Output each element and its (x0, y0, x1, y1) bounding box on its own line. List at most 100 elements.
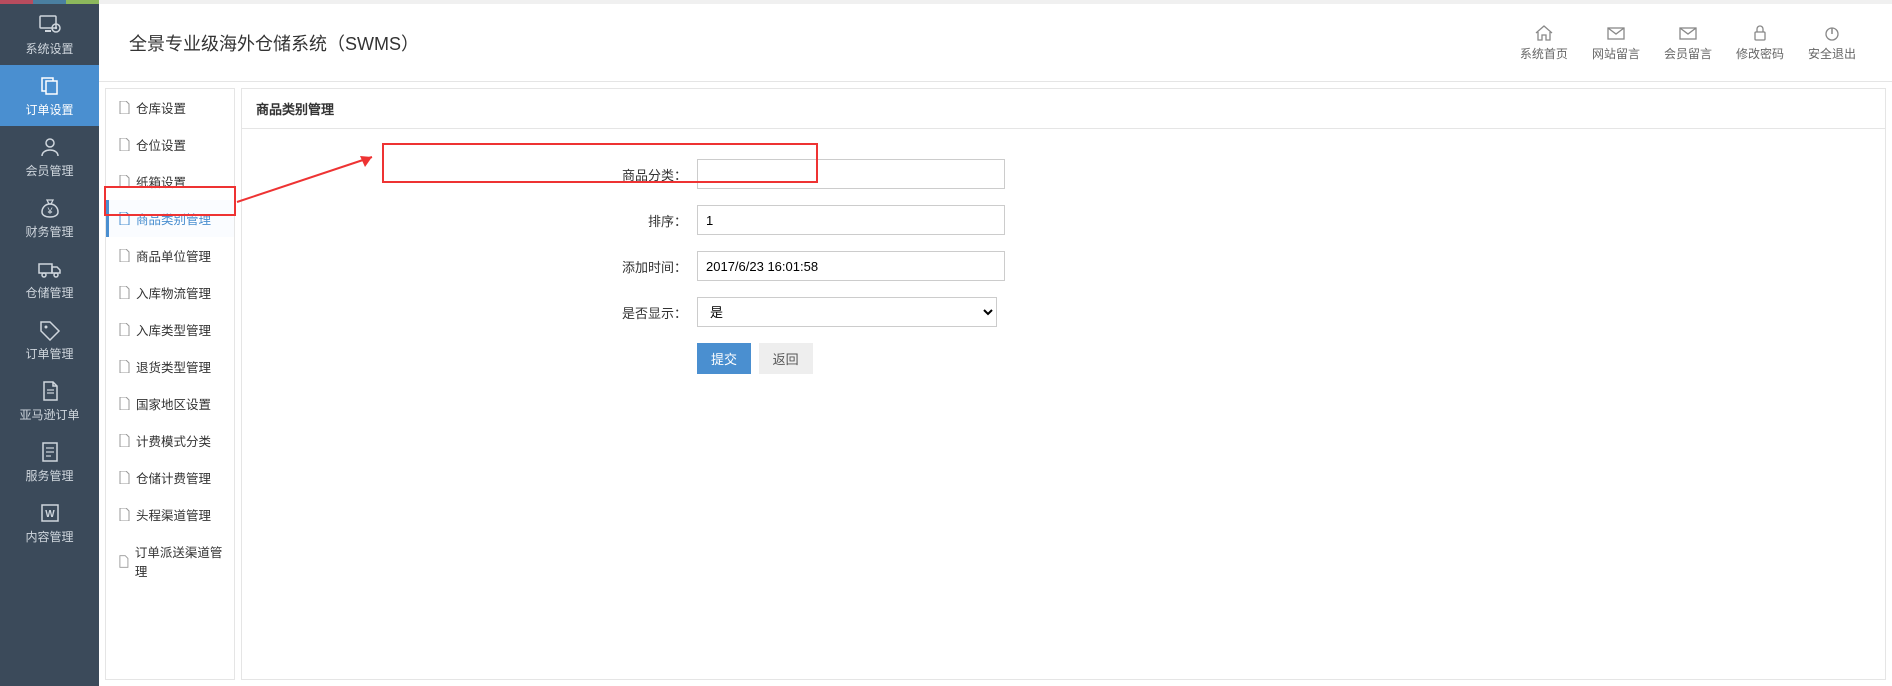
tool-label: 会员留言 (1664, 47, 1712, 61)
file-icon (119, 249, 130, 262)
tool-home[interactable]: 系统首页 (1514, 20, 1574, 66)
input-category[interactable] (697, 159, 1005, 189)
subnav-return-type[interactable]: 退货类型管理 (106, 348, 234, 385)
nav-order-management[interactable]: 订单管理 (0, 309, 99, 370)
nav-label: 系统设置 (4, 40, 95, 57)
subnav-product-unit[interactable]: 商品单位管理 (106, 237, 234, 274)
left-nav: 系统设置 订单设置 会员管理 ¥ 财务管理 仓储管理 订单管理 亚马逊订单 服务 (0, 4, 99, 686)
copy-icon (38, 75, 62, 97)
subnav: 仓库设置 仓位设置 纸箱设置 商品类别管理 商品单位管理 (105, 88, 235, 680)
header: 全景专业级海外仓储系统（SWMS） 系统首页 网站留言 会员留言 修改密码 (99, 4, 1892, 82)
app-title: 全景专业级海外仓储系统（SWMS） (129, 30, 419, 56)
subnav-label: 计费模式分类 (136, 431, 211, 450)
file-icon (119, 471, 130, 484)
mail-icon (1678, 24, 1698, 42)
nav-order-settings[interactable]: 订单设置 (0, 65, 99, 126)
nav-label: 亚马逊订单 (4, 406, 95, 423)
tag-icon (38, 319, 62, 341)
subnav-label: 纸箱设置 (136, 172, 186, 191)
file-icon (119, 555, 129, 568)
label-category: 商品分类： (242, 165, 697, 184)
back-button[interactable]: 返回 (759, 343, 813, 374)
nav-label: 服务管理 (4, 467, 95, 484)
file-icon (119, 397, 130, 410)
content-title: 商品类别管理 (242, 89, 1885, 129)
tool-site-message[interactable]: 网站留言 (1586, 20, 1646, 66)
truck-icon (37, 258, 63, 280)
nav-member-management[interactable]: 会员管理 (0, 126, 99, 187)
file-icon (119, 323, 130, 336)
subnav-label: 国家地区设置 (136, 394, 211, 413)
file-icon (119, 212, 130, 225)
subnav-first-mile-channel[interactable]: 头程渠道管理 (106, 496, 234, 533)
file-icon (119, 138, 130, 151)
nav-label: 仓储管理 (4, 284, 95, 301)
file-icon (119, 360, 130, 373)
word-icon: W (38, 502, 62, 524)
document-icon (38, 380, 62, 402)
file-icon (119, 286, 130, 299)
file-icon (119, 175, 130, 188)
nav-label: 会员管理 (4, 162, 95, 179)
page-icon (38, 441, 62, 463)
input-sort[interactable] (697, 205, 1005, 235)
subnav-label: 退货类型管理 (136, 357, 211, 376)
subnav-delivery-channel[interactable]: 订单派送渠道管理 (106, 533, 234, 589)
svg-text:¥: ¥ (46, 206, 53, 216)
nav-label: 内容管理 (4, 528, 95, 545)
moneybag-icon: ¥ (38, 197, 62, 219)
nav-service-management[interactable]: 服务管理 (0, 431, 99, 492)
subnav-label: 头程渠道管理 (136, 505, 211, 524)
subnav-inbound-type[interactable]: 入库类型管理 (106, 311, 234, 348)
tool-change-password[interactable]: 修改密码 (1730, 20, 1790, 66)
nav-label: 财务管理 (4, 223, 95, 240)
subnav-inbound-logistics[interactable]: 入库物流管理 (106, 274, 234, 311)
subnav-country-region[interactable]: 国家地区设置 (106, 385, 234, 422)
select-show[interactable]: 是 (697, 297, 997, 327)
file-icon (119, 101, 130, 114)
subnav-label: 商品类别管理 (136, 209, 211, 228)
monitor-gear-icon (38, 14, 62, 36)
tool-label: 修改密码 (1736, 47, 1784, 61)
tool-label: 网站留言 (1592, 47, 1640, 61)
subnav-billing-mode[interactable]: 计费模式分类 (106, 422, 234, 459)
subnav-label: 入库类型管理 (136, 320, 211, 339)
nav-label: 订单管理 (4, 345, 95, 362)
power-icon (1822, 24, 1842, 42)
header-tools: 系统首页 网站留言 会员留言 修改密码 安全退出 (1514, 20, 1862, 66)
nav-content-management[interactable]: W 内容管理 (0, 492, 99, 553)
input-addtime[interactable] (697, 251, 1005, 281)
file-icon (119, 434, 130, 447)
home-icon (1534, 24, 1554, 42)
nav-label: 订单设置 (4, 101, 95, 118)
subnav-storage-billing[interactable]: 仓储计费管理 (106, 459, 234, 496)
submit-button[interactable]: 提交 (697, 343, 751, 374)
subnav-warehouse-settings[interactable]: 仓库设置 (106, 89, 234, 126)
users-icon (38, 136, 62, 158)
nav-system-settings[interactable]: 系统设置 (0, 4, 99, 65)
subnav-label: 仓位设置 (136, 135, 186, 154)
subnav-label: 商品单位管理 (136, 246, 211, 265)
subnav-label: 仓储计费管理 (136, 468, 211, 487)
subnav-bin-settings[interactable]: 仓位设置 (106, 126, 234, 163)
tool-label: 系统首页 (1520, 47, 1568, 61)
subnav-label: 订单派送渠道管理 (135, 542, 224, 580)
nav-amazon-orders[interactable]: 亚马逊订单 (0, 370, 99, 431)
subnav-product-category[interactable]: 商品类别管理 (106, 200, 234, 237)
subnav-carton-settings[interactable]: 纸箱设置 (106, 163, 234, 200)
tool-member-message[interactable]: 会员留言 (1658, 20, 1718, 66)
tool-logout[interactable]: 安全退出 (1802, 20, 1862, 66)
tool-label: 安全退出 (1808, 47, 1856, 61)
file-icon (119, 508, 130, 521)
nav-finance-management[interactable]: ¥ 财务管理 (0, 187, 99, 248)
subnav-label: 仓库设置 (136, 98, 186, 117)
label-sort: 排序： (242, 211, 697, 230)
label-addtime: 添加时间： (242, 257, 697, 276)
nav-warehouse-management[interactable]: 仓储管理 (0, 248, 99, 309)
mail-icon (1606, 24, 1626, 42)
label-show: 是否显示： (242, 303, 697, 322)
svg-text:W: W (45, 509, 55, 520)
content-panel: 商品类别管理 商品分类： 排序： (241, 88, 1886, 680)
subnav-label: 入库物流管理 (136, 283, 211, 302)
lock-icon (1750, 24, 1770, 42)
